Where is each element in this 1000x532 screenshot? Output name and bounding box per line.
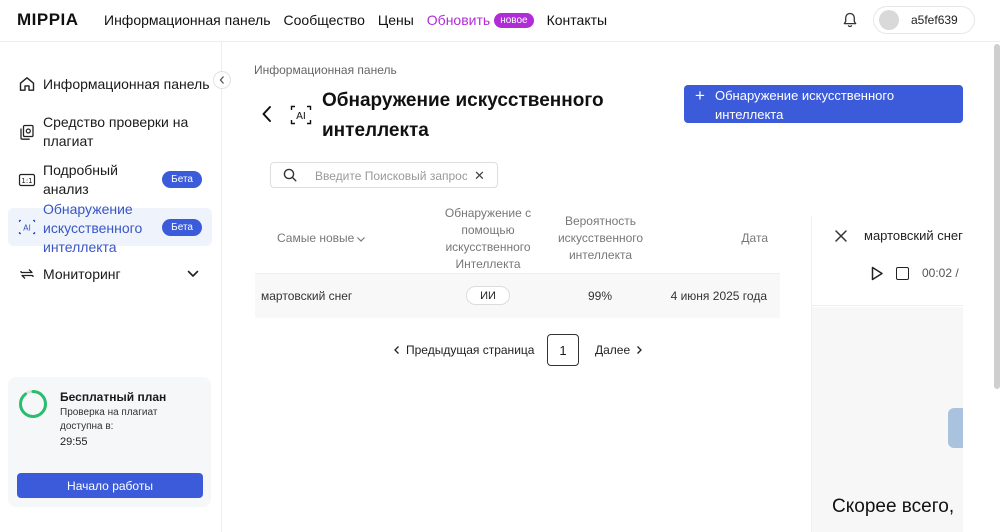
column-header-probability: Вероятность искусственного интеллекта — [557, 214, 644, 262]
plan-title: Бесплатный план — [60, 390, 167, 404]
svg-text:AI: AI — [23, 224, 31, 233]
nav-community[interactable]: Сообщество — [284, 12, 365, 28]
new-ai-detection-button[interactable]: + Обнаружение искусственного интеллекта — [684, 85, 963, 123]
prev-page-button[interactable]: Предыдущая страница — [392, 343, 534, 357]
next-page-button[interactable]: Далее — [595, 343, 644, 357]
sidebar: Информационная панель Средство проверки … — [0, 42, 222, 532]
nav-upgrade-label: Обновить — [426, 12, 491, 28]
chevron-left-icon — [219, 76, 224, 84]
sidebar-item-label: Информационная панель — [43, 76, 210, 92]
detail-panel-header: мартовский снег 00:02 / — [812, 216, 963, 306]
collapse-sidebar-button[interactable] — [213, 71, 231, 89]
user-menu[interactable]: a5fef639 — [873, 6, 975, 34]
search-input[interactable] — [315, 167, 467, 184]
search-box: ✕ — [270, 162, 498, 188]
beta-badge: Бета — [162, 219, 202, 236]
new-ai-detection-label: Обнаружение искусственного интеллекта — [715, 88, 895, 122]
sidebar-item-label: Подробный анализ — [43, 162, 118, 197]
svg-text:AI: AI — [296, 111, 306, 122]
detection-badge: ИИ — [466, 286, 510, 305]
avatar — [879, 10, 899, 30]
detail-panel: мартовский снег 00:02 / Скорее всего, — [811, 216, 963, 532]
sidebar-item-dashboard[interactable]: Информационная панель — [8, 64, 212, 104]
start-button[interactable]: Начало работы — [17, 473, 203, 498]
stop-icon[interactable] — [896, 267, 909, 280]
column-header-detection: Обнаружение с помощью искусственного Инт… — [444, 206, 532, 271]
top-navigation: MIPPIA Информационная панель Сообщество … — [0, 0, 1000, 42]
sidebar-item-plagiarism-checker[interactable]: Средство проверки на плагиат — [8, 110, 212, 154]
column-header-date: Дата — [741, 231, 768, 245]
sort-dropdown[interactable]: Самые новые — [277, 230, 366, 247]
table-row[interactable]: мартовский снег ИИ 99% 4 июня 2025 года — [255, 274, 780, 318]
plan-text: Проверка на плагиат доступна в: — [60, 407, 158, 432]
detection-verdict: Скорее всего, — [832, 496, 955, 517]
svg-text:1:1: 1:1 — [21, 177, 32, 185]
sidebar-item-label: Обнаружение искусственного интеллекта — [43, 201, 143, 255]
chevron-down-icon — [187, 270, 199, 277]
sort-label: Самые новые — [277, 231, 355, 245]
ai-icon: AI — [18, 219, 36, 235]
next-page-label: Далее — [595, 343, 631, 357]
row-probability: 99% — [588, 289, 613, 303]
plus-icon: + — [695, 86, 705, 105]
new-badge: новое — [494, 12, 534, 28]
progress-ring-icon — [19, 390, 47, 418]
row-name: мартовский снег — [261, 289, 353, 303]
nav-upgrade[interactable]: Обновить новое — [427, 12, 534, 28]
nav-pricing[interactable]: Цены — [378, 12, 414, 28]
sidebar-item-detailed-analysis[interactable]: 1:1 Подробный анализ Бета — [8, 158, 212, 202]
bell-icon[interactable] — [841, 11, 859, 29]
home-icon — [19, 77, 35, 91]
play-icon[interactable] — [870, 266, 884, 281]
chevron-right-icon — [637, 346, 643, 354]
nav-contacts[interactable]: Контакты — [547, 12, 607, 28]
row-date: 4 июня 2025 года — [670, 289, 767, 303]
chevron-left-icon — [394, 346, 399, 354]
page-scrollbar[interactable] — [994, 44, 1000, 389]
prev-page-label: Предыдущая страница — [406, 343, 535, 357]
search-icon — [283, 168, 297, 182]
nav-links: Информационная панель Сообщество Цены Об… — [104, 12, 620, 28]
logo[interactable]: MIPPIA — [17, 10, 79, 30]
beta-badge: Бета — [162, 171, 202, 188]
username: a5fef639 — [911, 13, 958, 27]
page-title: Обнаружение искусственного интеллекта — [322, 90, 604, 141]
free-plan-card: Бесплатный план Проверка на плагиат дост… — [8, 377, 211, 507]
close-icon[interactable] — [834, 229, 848, 243]
sidebar-item-label: Средство проверки на плагиат — [43, 114, 189, 149]
page-number-button[interactable]: 1 — [547, 334, 579, 366]
sidebar-item-monitoring[interactable]: Мониторинг — [8, 256, 212, 292]
clear-search-icon[interactable]: ✕ — [474, 168, 485, 184]
arrows-cycle-icon — [20, 269, 34, 279]
copy-check-icon — [20, 124, 34, 140]
waveform-graphic — [948, 408, 963, 448]
playback-time: 00:02 / — [922, 266, 959, 280]
nav-dashboard[interactable]: Информационная панель — [104, 12, 271, 28]
plan-time: 29:55 — [60, 436, 88, 448]
detail-panel-title: мартовский снег — [864, 228, 963, 243]
chevron-down-icon — [357, 236, 366, 242]
ai-icon: AI — [290, 105, 312, 125]
back-arrow-icon[interactable] — [259, 104, 275, 124]
sidebar-item-label: Мониторинг — [43, 266, 121, 282]
one-to-one-icon: 1:1 — [18, 173, 36, 187]
sidebar-item-ai-detection[interactable]: AI Обнаружение искусственного интеллекта… — [8, 201, 212, 255]
breadcrumb[interactable]: Информационная панель — [254, 63, 397, 77]
